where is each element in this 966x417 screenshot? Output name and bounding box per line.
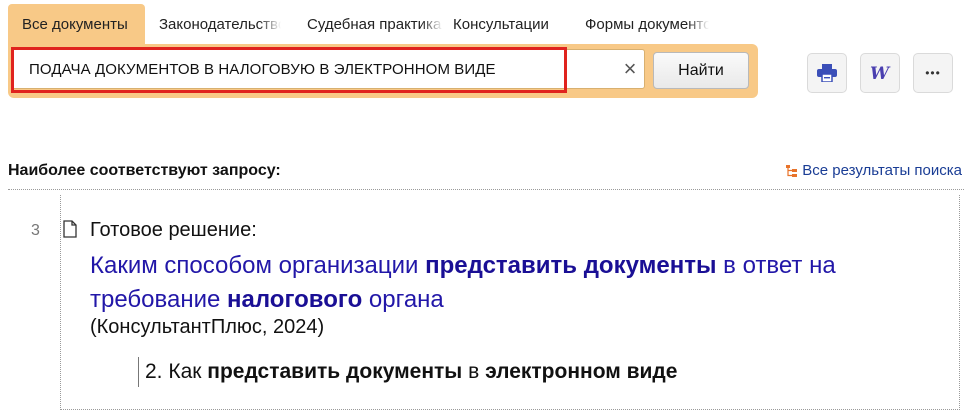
more-button[interactable]: ••• <box>913 53 953 93</box>
fragment-text: в <box>462 360 486 383</box>
tab-document-forms[interactable]: Формы документов <box>573 4 709 44</box>
title-text: Каким способом организации <box>90 252 426 279</box>
find-button[interactable]: Найти <box>653 52 749 89</box>
tab-label: Формы документов <box>585 15 709 33</box>
printer-icon <box>817 64 837 82</box>
search-tabs: Все документы Законодательство Судебная … <box>8 4 709 44</box>
clear-search-button[interactable]: × <box>618 56 642 82</box>
result-title-link[interactable]: Каким способом организации представить д… <box>90 249 930 317</box>
print-button[interactable] <box>807 53 847 93</box>
search-panel: ПОДАЧА ДОКУМЕНТОВ В НАЛОГОВУЮ В ЭЛЕКТРОН… <box>8 44 758 98</box>
result-source: (КонсультантПлюс, 2024) <box>90 316 325 338</box>
search-input[interactable]: ПОДАЧА ДОКУМЕНТОВ В НАЛОГОВУЮ В ЭЛЕКТРОН… <box>11 47 645 93</box>
results-heading: Наиболее соответствуют запросу: <box>8 162 281 179</box>
document-icon <box>63 220 77 238</box>
title-highlight: налогового <box>227 286 363 313</box>
divider <box>8 189 964 190</box>
tab-legislation[interactable]: Законодательство <box>145 4 281 44</box>
word-export-icon: W <box>870 65 891 81</box>
tab-consultations[interactable]: Консультации <box>443 4 573 44</box>
export-word-button[interactable]: W <box>860 53 900 93</box>
fragment-text: 2. Как <box>145 360 208 383</box>
tab-label: Консультации <box>453 15 549 33</box>
all-results-label: Все результаты поиска <box>802 162 962 179</box>
tab-label: Судебная практика <box>307 15 442 33</box>
tree-list-icon <box>786 164 798 177</box>
title-highlight: представить документы <box>425 252 717 279</box>
tab-all-documents[interactable]: Все документы <box>8 4 145 44</box>
svg-text:W: W <box>870 65 891 81</box>
tab-label: Все документы <box>22 15 128 33</box>
fragment-highlight: представить документы <box>207 360 463 383</box>
title-text: органа <box>362 286 444 313</box>
fragment-highlight: электронном виде <box>485 360 678 383</box>
tab-label: Законодательство <box>159 15 281 33</box>
result-fragment-link[interactable]: 2. Как представить документы в электронн… <box>138 357 677 387</box>
search-query-text: ПОДАЧА ДОКУМЕНТОВ В НАЛОГОВУЮ В ЭЛЕКТРОН… <box>29 61 496 78</box>
result-type-label: Готовое решение: <box>90 219 257 241</box>
result-index: 3 <box>31 222 40 239</box>
tab-court-practice[interactable]: Судебная практика <box>281 4 443 44</box>
all-results-link[interactable]: Все результаты поиска <box>786 162 962 179</box>
